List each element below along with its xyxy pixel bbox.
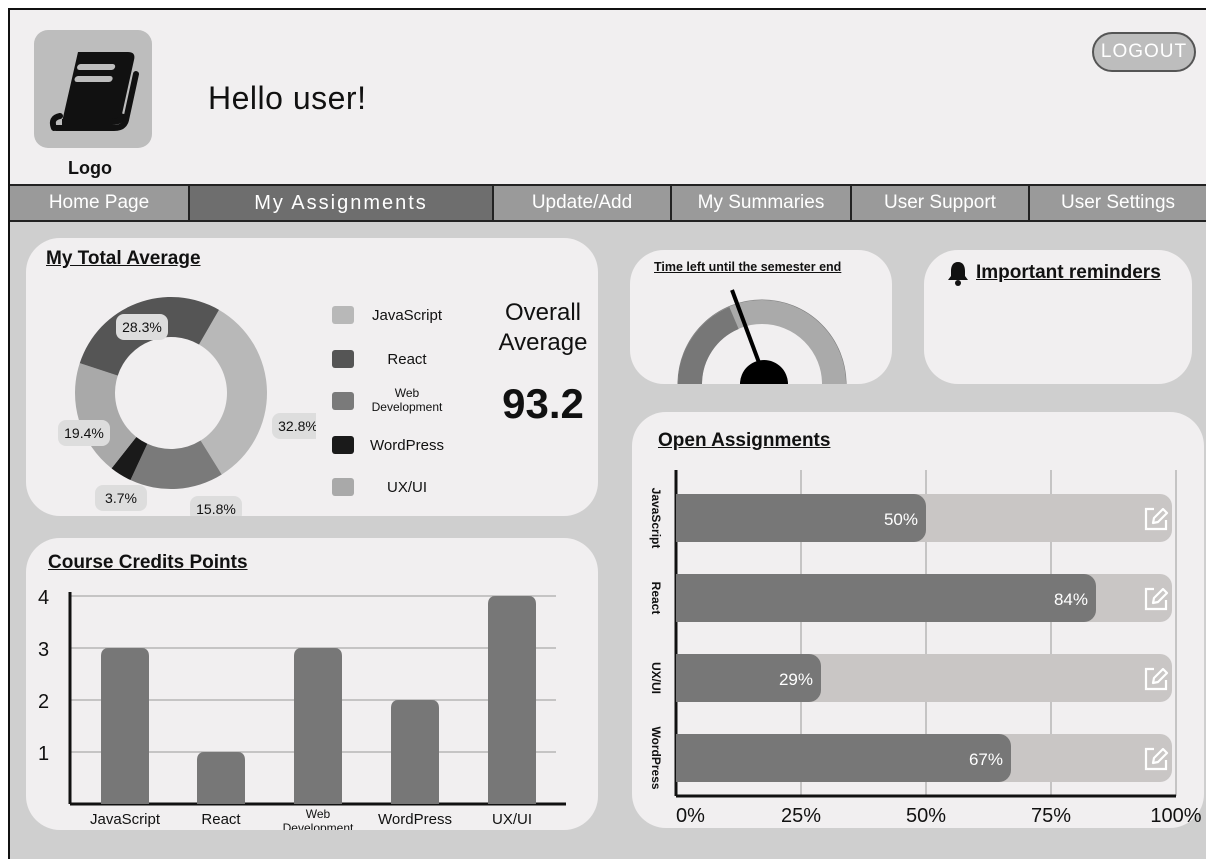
reminders-card: Important reminders xyxy=(924,250,1192,384)
legend-item-ux-ui xyxy=(332,478,354,496)
legend-label-line: Web xyxy=(394,386,420,400)
x-tick-label: 25% xyxy=(781,805,821,827)
assignments-bar-chart: 0% 25% 50% 75% 100% 50% JavaScript 84% React 29% U… xyxy=(649,470,1202,827)
legend-swatch xyxy=(332,306,354,324)
assignment-percent-label: 67% xyxy=(969,750,1003,769)
donut-slice-label-text: 32.8% xyxy=(278,418,316,434)
assignment-category-label: WordPress xyxy=(649,726,663,789)
donut-slice-label: 28.3% xyxy=(116,314,168,340)
legend-item-react xyxy=(332,350,354,368)
nav-item-home[interactable]: Home Page xyxy=(10,186,190,220)
x-tick-label: React xyxy=(201,811,241,828)
y-tick-label: 2 xyxy=(38,691,49,713)
credits-bar-chart: 1 2 3 4 JavaScript React WebDevelopment WordPre… xyxy=(38,587,566,830)
legend-label-ux-ui: UX/UI xyxy=(386,479,427,496)
donut-slice-label-text: 28.3% xyxy=(122,319,162,335)
nav-item-my-summaries[interactable]: My Summaries xyxy=(672,186,852,220)
assignment-percent-label: 84% xyxy=(1054,590,1088,609)
app-frame: Logo Hello user! LOGOUT Home Page My Ass… xyxy=(8,8,1206,859)
legend-item-web-development xyxy=(332,392,354,410)
credit-bar xyxy=(197,752,245,804)
bell-icon xyxy=(948,262,968,286)
course-credits-card: Course Credits Points 1 2 3 4 JavaScript Reac… xyxy=(26,538,598,830)
legend-label-line: Development xyxy=(371,400,443,414)
overall-average-label: Overall Average xyxy=(488,298,598,358)
nav-item-my-assignments[interactable]: My Assignments xyxy=(190,186,494,220)
x-tick-label: Development xyxy=(283,821,354,830)
credit-bar xyxy=(294,648,342,804)
main-nav: Home Page My Assignments Update/Add My S… xyxy=(10,184,1206,222)
y-tick-label: 4 xyxy=(38,587,49,609)
donut-slice-label-text: 19.4% xyxy=(64,425,104,441)
reminders-title[interactable]: Important reminders xyxy=(976,262,1161,284)
assignment-category-label: React xyxy=(649,582,663,615)
overall-average-value: 93.2 xyxy=(502,380,584,427)
credit-bar xyxy=(391,700,439,804)
y-tick-label: 1 xyxy=(38,743,49,765)
time-gauge xyxy=(677,289,847,384)
legend-label-web-development: Web Development xyxy=(362,386,452,414)
assignment-category-label: UX/UI xyxy=(649,662,663,694)
x-tick-label: JavaScript xyxy=(90,811,161,828)
logout-button[interactable]: LOGOUT xyxy=(1092,32,1196,72)
overall-label-line: Overall xyxy=(504,299,582,326)
legend-label-react: React xyxy=(387,351,427,368)
assignment-category-label: JavaScript xyxy=(649,488,663,549)
assignment-progress-bar xyxy=(676,734,1011,782)
x-tick-label: 100% xyxy=(1150,805,1201,827)
nav-item-update-add[interactable]: Update/Add xyxy=(494,186,672,220)
credit-bar xyxy=(488,596,536,804)
donut-slice-label-text: 3.7% xyxy=(105,490,137,506)
book-icon xyxy=(49,52,139,131)
header: Logo Hello user! LOGOUT xyxy=(10,10,1206,184)
legend-swatch xyxy=(332,350,354,368)
greeting: Hello user! xyxy=(208,80,367,116)
total-average-card: My Total Average 32.8% 15.8% 3.7% 19.4% 28.3… xyxy=(26,238,598,516)
y-tick-label: 3 xyxy=(38,639,49,661)
nav-item-user-settings[interactable]: User Settings xyxy=(1030,186,1206,220)
nav-item-user-support[interactable]: User Support xyxy=(852,186,1030,220)
x-tick-label: UX/UI xyxy=(492,811,532,828)
legend-swatch xyxy=(332,436,354,454)
logo-label: Logo xyxy=(68,158,112,178)
overall-label-line: Average xyxy=(498,329,588,356)
donut-slice-label: 15.8% xyxy=(190,496,242,516)
total-average-title: My Total Average xyxy=(46,248,201,269)
donut-slice-label: 3.7% xyxy=(95,485,147,511)
x-tick-label: 50% xyxy=(906,805,946,827)
donut-chart: 32.8% 15.8% 3.7% 19.4% 28.3% xyxy=(58,297,316,516)
x-tick-label: 75% xyxy=(1031,805,1071,827)
donut-slice xyxy=(199,309,267,475)
assignment-progress-bar xyxy=(676,574,1096,622)
x-tick-label: WordPress xyxy=(378,811,452,828)
donut-slice-label-text: 15.8% xyxy=(196,501,236,516)
gauge-hub xyxy=(740,360,788,384)
legend-swatch xyxy=(332,392,354,410)
credit-bar xyxy=(101,648,149,804)
legend-swatch xyxy=(332,478,354,496)
legend-label-wordpress: WordPress xyxy=(370,437,444,454)
donut-slice-label: 19.4% xyxy=(58,420,110,446)
legend-item-javascript xyxy=(332,306,354,324)
assignment-percent-label: 29% xyxy=(779,670,813,689)
time-left-card: Time left until the semester end xyxy=(630,250,892,384)
assignment-percent-label: 50% xyxy=(884,510,918,529)
logo[interactable] xyxy=(34,30,152,148)
x-tick-label: 0% xyxy=(676,805,705,827)
open-assignments-card: Open Assignments 0% 25% 50% 75% 100% 50% JavaS… xyxy=(632,412,1204,828)
legend-item-wordpress xyxy=(332,436,354,454)
x-tick-label: Web xyxy=(306,807,331,821)
legend-label-javascript: JavaScript xyxy=(371,307,443,324)
donut-slice-label: 32.8% xyxy=(272,413,316,439)
